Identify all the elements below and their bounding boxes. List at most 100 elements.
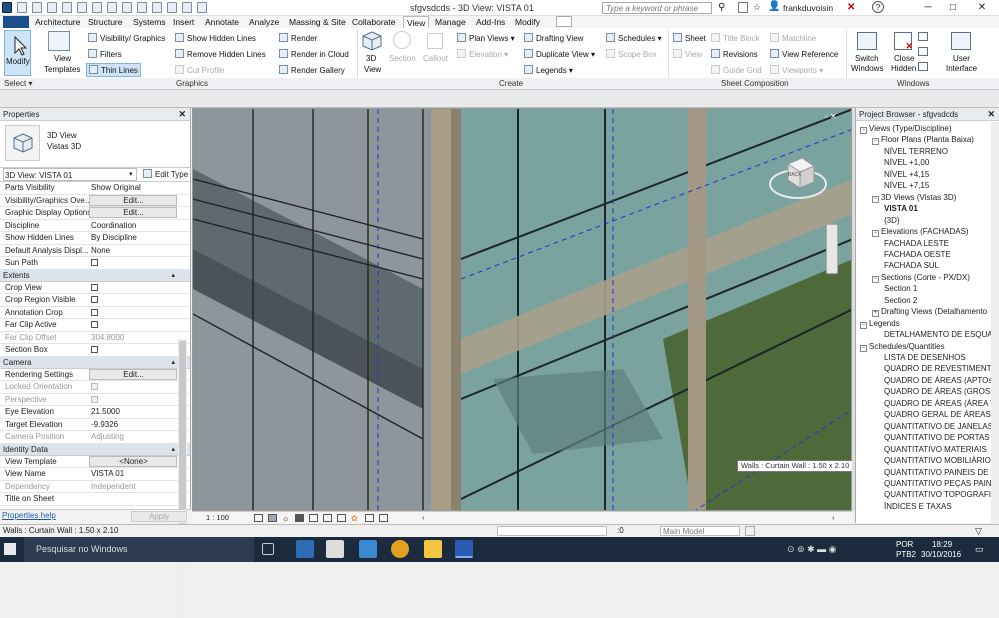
property-value[interactable]: Coordination	[90, 220, 177, 232]
view-reference-button[interactable]: View Reference	[770, 49, 838, 59]
section-extents[interactable]: Extents ▴	[0, 269, 190, 282]
tab-massing-site[interactable]: Massing & Site	[289, 16, 346, 28]
browser-item[interactable]: QUADRO DE ÁREAS (ÁREA TO	[884, 398, 999, 409]
collapse-icon[interactable]: −	[860, 344, 867, 352]
scope-box-button[interactable]: Scope Box	[606, 49, 657, 59]
section-button[interactable]: Section	[389, 54, 416, 63]
switch-windows-icon[interactable]	[857, 32, 877, 50]
browser-item[interactable]: NÍVEL TERRENO	[884, 146, 948, 157]
property-value[interactable]: 21.5000	[90, 406, 177, 418]
edit-button[interactable]: <None>	[89, 455, 177, 467]
collapse-icon[interactable]: −	[860, 127, 867, 134]
browser-item[interactable]: QUANTITATIVO MOBILIÁRIO	[884, 455, 991, 466]
3d-view-label-1[interactable]: 3D	[366, 54, 376, 63]
crop-icon[interactable]	[323, 514, 332, 522]
browser-item[interactable]: FACHADA OESTE	[884, 249, 951, 260]
collapse-icon[interactable]: ▴	[171, 357, 175, 369]
revit-icon[interactable]	[455, 540, 473, 558]
instance-selector[interactable]: 3D View: VISTA 01 ▾ Edit Type	[0, 168, 190, 182]
browser-item[interactable]: Section 1	[884, 283, 917, 294]
filter-icon[interactable]	[745, 526, 755, 536]
browser-item[interactable]: Section 2	[884, 295, 917, 306]
binoculars-icon[interactable]: ⚲	[718, 2, 725, 13]
browser-item[interactable]: − Elevations (FACHADAS)	[872, 226, 969, 238]
browser-item[interactable]: VISTA 01	[884, 203, 918, 214]
tab-structure[interactable]: Structure	[88, 16, 123, 28]
language-code[interactable]: POR	[896, 540, 913, 549]
properties-scrollbar[interactable]	[178, 339, 187, 618]
browser-item[interactable]: QUADRO DE REVESTIMENTOS	[884, 363, 999, 374]
expand-icon[interactable]: +	[872, 310, 879, 318]
workset-field[interactable]	[497, 526, 607, 536]
close-hidden-icon[interactable]: ✕	[894, 32, 913, 51]
plan-views-button[interactable]: Plan Views ▾	[457, 33, 515, 43]
cut-profile-button[interactable]: Cut Profile	[175, 65, 224, 75]
view-selector-dropdown[interactable]: 3D View: VISTA 01	[3, 168, 137, 181]
search-input[interactable]: Type a keyword or phrase	[602, 2, 712, 14]
tray-icons[interactable]: ⊙ ⊚ ✱ ▬ ◉	[787, 544, 836, 555]
checkbox[interactable]	[91, 259, 98, 266]
clock-date[interactable]: 30/10/2016	[921, 550, 961, 559]
duplicate-view-button[interactable]: Duplicate View ▾	[524, 49, 595, 59]
render-button[interactable]: Render	[279, 33, 317, 43]
text-icon[interactable]	[122, 2, 132, 13]
open-icon[interactable]	[17, 2, 27, 13]
tile-icon[interactable]	[918, 62, 928, 71]
tab-add-ins[interactable]: Add-Ins	[476, 16, 505, 28]
store-icon[interactable]	[326, 540, 344, 558]
collapse-icon[interactable]: −	[872, 138, 879, 146]
close-browser-icon[interactable]: ✕	[987, 108, 995, 121]
reveal-hidden-icon[interactable]	[365, 514, 374, 522]
property-value[interactable]: VISTA 01	[90, 468, 177, 480]
guide-grid-button[interactable]: Guide Grid	[711, 65, 762, 75]
user-icon[interactable]: 👤	[768, 1, 780, 12]
close-hidden-icon[interactable]	[182, 2, 192, 13]
property-value[interactable]: Show Original	[90, 182, 177, 194]
collapse-icon[interactable]: −	[872, 230, 879, 238]
browser-item[interactable]: − Floor Plans (Planta Baixa)	[872, 134, 974, 146]
navigation-bar[interactable]	[826, 224, 838, 274]
tab-view[interactable]: View	[403, 16, 430, 28]
communication-icon[interactable]: ☆	[753, 2, 761, 13]
show-crop-icon[interactable]	[337, 514, 346, 522]
property-value[interactable]	[90, 493, 177, 505]
browser-item[interactable]: {3D}	[884, 215, 900, 226]
ribbon-toggle-icon[interactable]	[556, 16, 572, 27]
tab-architecture[interactable]: Architecture	[35, 16, 80, 28]
property-value[interactable]: None	[90, 245, 177, 257]
collapse-icon[interactable]: ▴	[171, 270, 175, 282]
browser-item[interactable]: FACHADA LESTE	[884, 238, 949, 249]
tab-analyze[interactable]: Analyze	[249, 16, 279, 28]
switch-windows-icon[interactable]	[197, 2, 207, 13]
browser-item[interactable]: QUADRO GERAL DE ÁREAS INT	[884, 409, 999, 420]
scroll-right-icon[interactable]: ›	[832, 512, 835, 524]
collapse-icon[interactable]: −	[860, 321, 867, 329]
browser-item[interactable]: + Drafting Views (Detalhamento	[872, 306, 987, 318]
help-icon[interactable]: ?	[872, 1, 884, 13]
print-icon[interactable]	[77, 2, 87, 13]
3d-view-label-2[interactable]: View	[364, 65, 381, 74]
keyboard-layout[interactable]: PTB2	[896, 550, 916, 559]
browser-item[interactable]: − Legends	[860, 318, 900, 329]
clock-time[interactable]: 18:29	[932, 540, 952, 549]
modify-button[interactable]: Modify	[4, 30, 31, 76]
browser-item[interactable]: QUANTITATIVO MATERIAIS	[884, 444, 987, 455]
model-dropdown[interactable]: Main Model	[660, 526, 740, 536]
checkbox[interactable]	[91, 296, 98, 303]
viewcube[interactable]: BACK	[768, 154, 828, 204]
lock-view-icon[interactable]	[379, 514, 388, 522]
remote-desktop-icon[interactable]	[359, 540, 377, 558]
tab-insert[interactable]: Insert	[173, 16, 194, 28]
browser-item[interactable]: LISTA DE DESENHOS	[884, 352, 966, 363]
section-camera[interactable]: Camera ▴	[0, 356, 190, 369]
filter-selection-icon[interactable]: ▽	[975, 525, 982, 537]
detail-level-icon[interactable]	[254, 514, 263, 522]
callout-button[interactable]: Callout	[423, 54, 448, 63]
checkbox[interactable]	[91, 321, 98, 328]
browser-item[interactable]: FACHADA SUL	[884, 260, 939, 271]
browser-item[interactable]: − Schedules/Quantities	[860, 341, 945, 352]
browser-item[interactable]: QUANTITATIVO PAINEIS DE VID	[884, 467, 999, 478]
browser-item[interactable]: ÍNDICES E TAXAS	[884, 501, 952, 512]
user-interface-icon[interactable]	[951, 32, 971, 50]
user-interface-label-1[interactable]: User	[953, 54, 970, 63]
